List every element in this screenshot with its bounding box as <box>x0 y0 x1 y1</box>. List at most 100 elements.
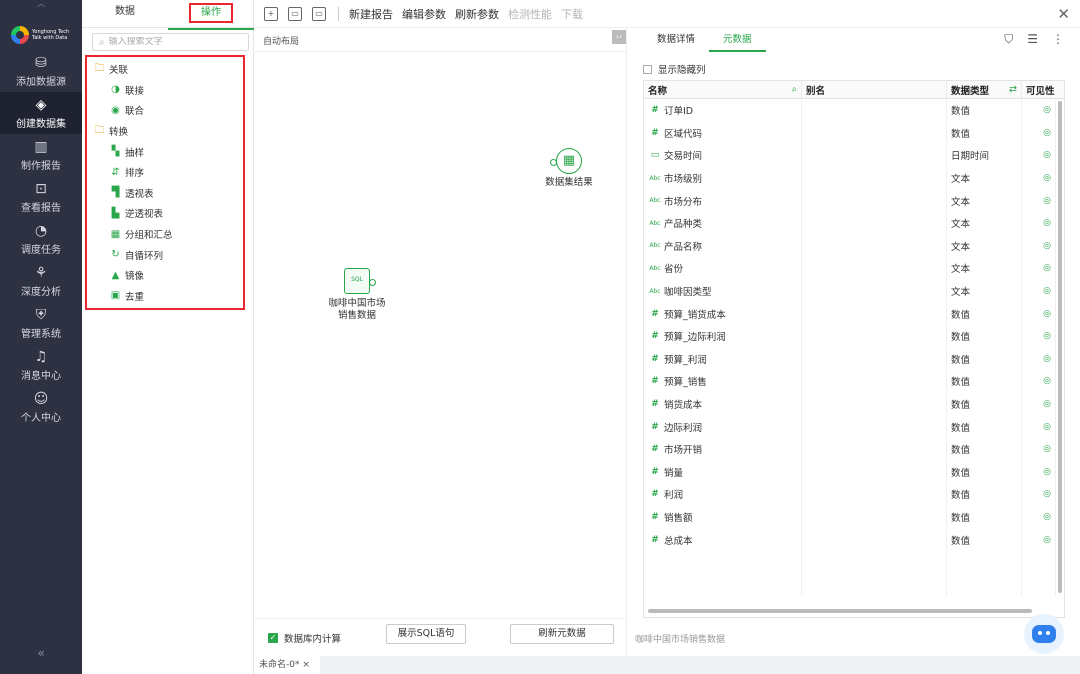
table-row[interactable]: # 市场开销 数值 ◎ <box>644 437 1064 461</box>
eye-icon[interactable]: ◎ <box>1043 150 1051 160</box>
col-alias-header[interactable]: 别名 <box>802 81 947 98</box>
table-row[interactable]: Abc 市场分布 文本 ◎ <box>644 189 1064 212</box>
collapse-panel-icon[interactable]: ›‹ <box>612 30 626 44</box>
visible-cell[interactable]: ◎ <box>1022 189 1056 212</box>
visible-cell[interactable]: ◎ <box>1022 121 1056 145</box>
tree-item[interactable]: ↻ 自循环列 <box>87 244 243 265</box>
toolbar-button[interactable]: 下载 <box>561 6 583 22</box>
eye-icon[interactable]: ◎ <box>1043 399 1051 409</box>
visible-cell[interactable]: ◎ <box>1022 234 1056 258</box>
type-cell[interactable]: 数值 <box>947 415 1022 438</box>
type-cell[interactable]: 数值 <box>947 302 1022 325</box>
save-as-icon[interactable]: ▭ <box>312 6 326 21</box>
alias-cell[interactable] <box>802 144 947 167</box>
alias-cell[interactable] <box>802 189 947 212</box>
alias-cell[interactable] <box>802 166 947 190</box>
col-type-header[interactable]: 数据类型 ⇄ <box>947 81 1022 98</box>
table-row[interactable]: # 利润 数值 ◎ <box>644 483 1064 506</box>
type-cell[interactable]: 数值 <box>947 460 1022 484</box>
tree-item[interactable]: ▣ 去重 <box>87 286 243 307</box>
visible-cell[interactable]: ◎ <box>1022 211 1056 235</box>
alias-cell[interactable] <box>802 528 947 551</box>
type-cell[interactable]: 日期时间 <box>947 144 1022 167</box>
table-row[interactable]: Abc 省份 文本 ◎ <box>644 257 1064 280</box>
search-input[interactable] <box>108 37 239 47</box>
tab-operations[interactable]: 操作 <box>168 0 254 30</box>
type-cell[interactable]: 数值 <box>947 99 1022 122</box>
horizontal-scrollbar[interactable] <box>648 609 1032 613</box>
table-row[interactable]: Abc 咖啡因类型 文本 ◎ <box>644 279 1064 303</box>
type-cell[interactable]: 文本 <box>947 234 1022 258</box>
visible-cell[interactable]: ◎ <box>1022 415 1056 438</box>
refresh-metadata-button[interactable]: 刷新元数据 <box>510 624 614 644</box>
visible-cell[interactable]: ◎ <box>1022 144 1056 167</box>
eye-icon[interactable]: ◎ <box>1043 376 1051 386</box>
tree-item[interactable]: ▜ 透视表 <box>87 183 243 204</box>
tab-data[interactable]: 数据 <box>82 0 168 27</box>
table-row[interactable]: # 预算_边际利润 数值 ◎ <box>644 324 1064 348</box>
search-icon[interactable]: ⌕ <box>792 84 797 95</box>
type-cell[interactable]: 文本 <box>947 279 1022 303</box>
alias-cell[interactable] <box>802 279 947 303</box>
toolbar-button[interactable]: 编辑参数 <box>402 6 446 22</box>
visible-cell[interactable]: ◎ <box>1022 528 1056 551</box>
table-row[interactable]: ▭ 交易时间 日期时间 ◎ <box>644 144 1064 167</box>
eye-icon[interactable]: ◎ <box>1043 467 1051 477</box>
vertical-scrollbar[interactable] <box>1058 101 1062 593</box>
type-cell[interactable]: 文本 <box>947 257 1022 280</box>
tree-item[interactable]: ▲ 镜像 <box>87 265 243 286</box>
sql-source-node[interactable]: SQL 咖啡中国市场 销售数据 <box>312 268 402 322</box>
table-row[interactable]: Abc 产品名称 文本 ◎ <box>644 234 1064 258</box>
eye-icon[interactable]: ◎ <box>1043 173 1051 183</box>
eye-icon[interactable]: ◎ <box>1043 128 1051 138</box>
alias-cell[interactable] <box>802 302 947 325</box>
table-row[interactable]: # 订单ID 数值 ◎ <box>644 99 1064 122</box>
table-row[interactable]: # 总成本 数值 ◎ <box>644 528 1064 551</box>
show-sql-button[interactable]: 展示SQL语句 <box>386 624 466 644</box>
db-calc-checkbox[interactable]: ✓ 数据库内计算 <box>268 631 341 645</box>
eye-icon[interactable]: ◎ <box>1043 444 1051 454</box>
doc-tab[interactable]: 未命名-0* × <box>254 656 320 674</box>
alias-cell[interactable] <box>802 324 947 348</box>
table-row[interactable]: # 预算_销货成本 数值 ◎ <box>644 302 1064 325</box>
type-cell[interactable]: 数值 <box>947 121 1022 145</box>
alias-cell[interactable] <box>802 460 947 484</box>
table-row[interactable]: # 销货成本 数值 ◎ <box>644 392 1064 416</box>
table-row[interactable]: # 销量 数值 ◎ <box>644 460 1064 484</box>
alias-cell[interactable] <box>802 392 947 416</box>
eye-icon[interactable]: ◎ <box>1043 241 1051 251</box>
visible-cell[interactable]: ◎ <box>1022 437 1056 461</box>
nav-item-2[interactable]: ▥ 制作报告 <box>0 134 82 176</box>
type-cell[interactable]: 数值 <box>947 392 1022 416</box>
alias-cell[interactable] <box>802 99 947 122</box>
save-icon[interactable]: ▭ <box>288 6 302 21</box>
nav-item-8[interactable]: ☺ 个人中心 <box>0 386 82 428</box>
swap-icon[interactable]: ⇄ <box>1009 84 1017 95</box>
chevron-up-icon[interactable]: ︿ <box>0 0 82 10</box>
visible-cell[interactable]: ◎ <box>1022 460 1056 484</box>
flow-canvas[interactable]: 自动布局 ›‹ SQL 咖啡中国市场 销售数据 ▦ 数据集结果 ✓ 数据库内计算… <box>254 28 626 656</box>
alias-cell[interactable] <box>802 121 947 145</box>
dataset-result-node[interactable]: ▦ 数据集结果 <box>538 148 600 189</box>
nav-item-5[interactable]: ⚘ 深度分析 <box>0 260 82 302</box>
tab-data-details[interactable]: 数据详情 <box>643 28 709 52</box>
visible-cell[interactable]: ◎ <box>1022 302 1056 325</box>
close-tab-icon[interactable]: × <box>302 660 310 670</box>
eye-icon[interactable]: ◎ <box>1043 489 1051 499</box>
visible-cell[interactable]: ◎ <box>1022 483 1056 506</box>
type-cell[interactable]: 数值 <box>947 528 1022 551</box>
new-file-icon[interactable]: + <box>264 6 278 21</box>
collapse-sidebar-icon[interactable]: « <box>0 646 82 660</box>
auto-layout-button[interactable]: 自动布局 <box>263 34 299 47</box>
tree-item[interactable]: ◉ 联合 <box>87 100 243 121</box>
table-row[interactable]: # 区域代码 数值 ◎ <box>644 121 1064 145</box>
eye-icon[interactable]: ◎ <box>1043 218 1051 228</box>
nav-item-3[interactable]: ⊡ 查看报告 <box>0 176 82 218</box>
eye-icon[interactable]: ◎ <box>1043 263 1051 273</box>
alias-cell[interactable] <box>802 211 947 235</box>
visible-cell[interactable]: ◎ <box>1022 324 1056 348</box>
alias-cell[interactable] <box>802 483 947 506</box>
nav-item-0[interactable]: ⛁ 添加数据源 <box>0 50 82 92</box>
tree-item[interactable]: 🗀 关联 <box>87 59 243 80</box>
col-name-header[interactable]: 名称 ⌕ <box>644 81 802 98</box>
